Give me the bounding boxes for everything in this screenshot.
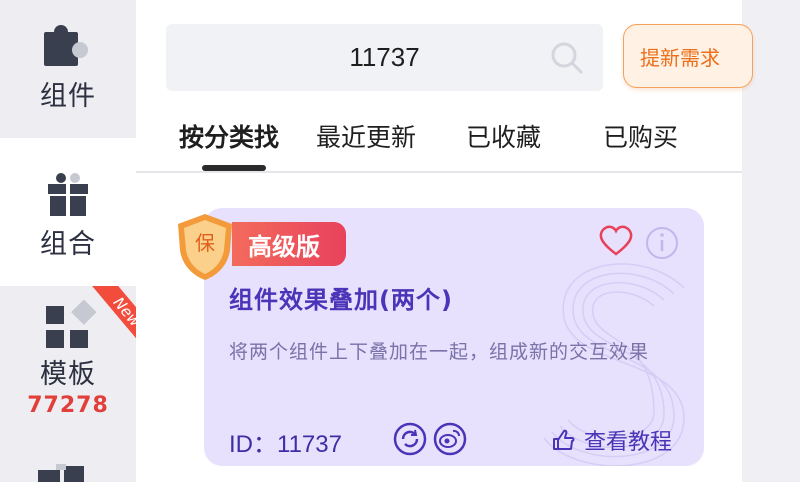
card-description: 将两个组件上下叠加在一起，组成新的交互效果 [229, 341, 650, 363]
hand-pointer-icon [553, 429, 575, 450]
tab-favorites[interactable]: 已收藏 [466, 118, 541, 154]
sidebar: 组件 组合 模板 77278 New [0, 0, 136, 482]
tutorial-label: 查看教程 [584, 430, 673, 455]
weibo-share-icon[interactable] [433, 422, 467, 456]
search-input[interactable]: 11737 [349, 42, 419, 73]
favorite-heart-icon[interactable] [598, 224, 634, 258]
view-tutorial-link[interactable]: 查看教程 [550, 424, 672, 456]
card-id: ID：11737 [229, 431, 342, 458]
premium-badge: 高级版 [232, 222, 346, 266]
sidebar-item-components[interactable]: 组件 [0, 0, 136, 138]
guarantee-shield-icon: 保 [178, 214, 232, 280]
puzzle-icon [44, 25, 88, 66]
refresh-share-icon[interactable] [393, 422, 427, 456]
sidebar-item-combos[interactable]: 组合 [0, 138, 136, 286]
tab-by-category[interactable]: 按分类找 [179, 118, 279, 154]
tab-purchased[interactable]: 已购买 [603, 118, 678, 154]
svg-text:保: 保 [195, 231, 215, 255]
info-icon[interactable] [645, 226, 679, 260]
tab-bar: 按分类找 最近更新 已收藏 已购买 [166, 118, 726, 158]
sidebar-item-label: 组合 [40, 229, 96, 260]
search-box[interactable]: 11737 [166, 24, 603, 91]
new-request-button[interactable]: 提新需求 [623, 24, 753, 88]
search-icon[interactable] [549, 40, 585, 76]
sidebar-item-label: 模板 [40, 359, 96, 390]
sidebar-item-label: 组件 [40, 81, 96, 112]
card-title: 组件效果叠加(两个) [229, 286, 453, 314]
gift-icon [48, 173, 88, 216]
new-badge-label: New [86, 286, 136, 350]
tab-recent-updates[interactable]: 最近更新 [316, 118, 416, 154]
more-category-icon [38, 464, 84, 482]
template-count: 77278 [27, 393, 109, 418]
tab-divider [136, 171, 742, 173]
new-corner-badge: New [86, 286, 136, 350]
